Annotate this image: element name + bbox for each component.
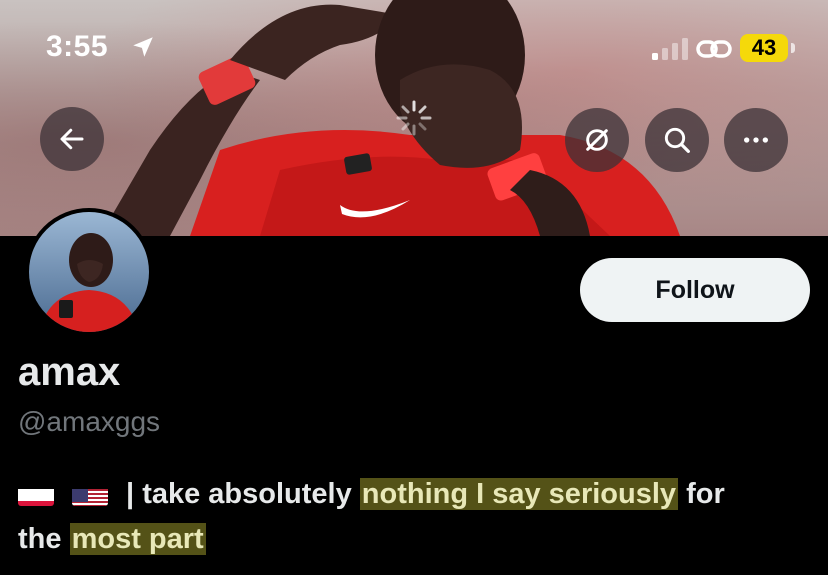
avatar-photo (29, 212, 149, 332)
more-icon (744, 137, 768, 143)
status-bar: 3:55 43 (0, 0, 828, 100)
more-options-button[interactable] (724, 108, 788, 172)
battery-indicator: 43 (740, 34, 788, 62)
user-handle: @amaxggs (18, 406, 161, 437)
display-name: amax (18, 350, 121, 394)
avatar[interactable] (25, 208, 153, 336)
loading-spinner-icon (396, 100, 432, 136)
notifications-button[interactable] (565, 108, 629, 172)
status-time: 3:55 (46, 30, 109, 63)
battery-tip (791, 43, 795, 53)
notification-off-icon (586, 129, 608, 151)
cellular-signal-icon (652, 38, 688, 60)
bio-text: take absolutely (142, 478, 360, 510)
bio-text: the (18, 523, 70, 555)
search-button[interactable] (645, 108, 709, 172)
location-arrow-icon (133, 37, 153, 57)
usa-flag-icon (72, 482, 108, 506)
follow-button[interactable]: Follow (580, 258, 810, 322)
bio-highlight: most part (69, 523, 206, 555)
back-button[interactable] (40, 107, 104, 171)
profile-banner[interactable]: 3:55 43 (0, 0, 828, 236)
profile-bio: | take absolutely nothing I say seriousl… (18, 472, 818, 562)
search-icon (664, 127, 690, 153)
personal-hotspot-icon (696, 40, 732, 58)
poland-flag-icon (18, 482, 54, 506)
bio-separator: | (126, 478, 135, 510)
bio-highlight: nothing I say seriously (359, 478, 679, 510)
arrow-left-icon (60, 128, 84, 150)
bio-text: for (678, 478, 725, 510)
